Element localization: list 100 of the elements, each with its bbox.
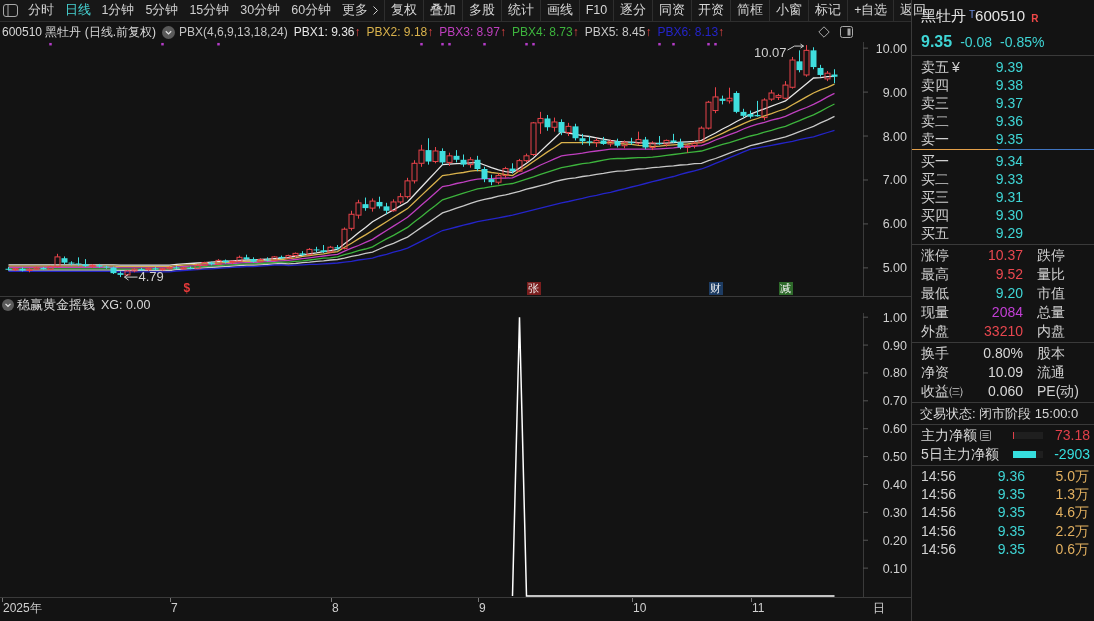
period-tab[interactable]: 15分钟: [183, 0, 235, 21]
tick-time: 14:56: [921, 521, 958, 541]
toolbar-button[interactable]: 叠加: [422, 0, 462, 21]
period-label: 日: [872, 599, 886, 617]
chevron-down-icon[interactable]: [2, 299, 14, 311]
tick-volume: 2.2万: [1054, 521, 1090, 541]
toolbar-button[interactable]: +自选: [847, 0, 894, 21]
list-icon[interactable]: [980, 430, 991, 441]
percent-change: -0.85%: [1000, 33, 1045, 52]
stat-value: 2084: [990, 303, 1023, 322]
stat-value: 0.060: [986, 382, 1023, 401]
trend-arrow: ↑: [427, 24, 434, 41]
y-axis-label: 0.70: [882, 394, 907, 409]
stat-label: 内盘: [1037, 322, 1065, 341]
toolbar-button[interactable]: 标记: [808, 0, 848, 21]
order-price: 9.33: [994, 169, 1023, 189]
order-price: 9.35: [994, 129, 1023, 149]
order-price: 9.30: [994, 205, 1023, 225]
x-axis-label: 8: [332, 601, 339, 615]
tick-time: 14:56: [921, 466, 958, 486]
toolbar-button[interactable]: 开资: [691, 0, 731, 21]
y-axis-label: 5.00: [882, 261, 907, 276]
order-level: 买二: [921, 169, 949, 189]
order-price: 9.37: [994, 93, 1023, 113]
stat-label: 净资: [921, 363, 950, 382]
chevron-down-icon[interactable]: [162, 25, 176, 39]
stat-value: 9.52: [994, 265, 1023, 284]
stat-label: 跌停: [1037, 246, 1065, 265]
indicator-value: PBX3: 8.97: [439, 24, 500, 41]
stat-label: 股本: [1037, 344, 1065, 363]
y-axis-label: 7.00: [882, 173, 907, 188]
flow-value: -2903: [1053, 445, 1091, 464]
period-tab[interactable]: 60分钟: [285, 0, 337, 21]
trend-arrow: ↑: [718, 24, 725, 41]
y-axis-label: 0.50: [882, 450, 907, 465]
indicator-value: PBX2: 9.18: [366, 24, 428, 41]
y-axis-label: 0.60: [882, 422, 907, 437]
chart-title: 600510 黑牡丹 (日线.前复权): [2, 24, 157, 41]
code-marker: T: [969, 8, 976, 20]
toolbar-button[interactable]: F10: [578, 0, 614, 21]
toolbar-button[interactable]: 复权: [383, 0, 423, 21]
order-price: 9.36: [994, 111, 1023, 131]
order-level: 卖五: [921, 57, 949, 77]
tick-volume: 0.6万: [1054, 539, 1090, 559]
indicator-name: PBX(4,6,9,13,18,24): [179, 24, 288, 41]
stat-label: 市值: [1037, 284, 1065, 303]
toolbar-button[interactable]: 小窗: [769, 0, 809, 21]
trend-arrow: ↑: [645, 24, 652, 41]
y-axis-label: 0.80: [882, 366, 907, 381]
indicator-value: PBX6: 8.13: [657, 24, 719, 41]
panel-toggle-icon[interactable]: [3, 4, 18, 17]
flow-label: 主力净额: [921, 426, 977, 445]
x-axis-label: 7: [171, 601, 178, 615]
y-axis-label: 8.00: [882, 129, 907, 144]
event-tag: 财: [708, 282, 723, 295]
toolbar-button[interactable]: 画线: [539, 0, 579, 21]
flow-label: 5日主力净额: [921, 445, 999, 464]
tick-time: 14:56: [921, 484, 958, 504]
price-label: 4.79: [138, 270, 164, 285]
event-tag: 减: [778, 282, 793, 295]
toolbar-button[interactable]: 统计: [500, 0, 540, 21]
stat-label: 量比: [1037, 265, 1065, 284]
price-change: -0.08: [960, 33, 993, 52]
x-axis-label: 11: [752, 601, 765, 615]
indicator-reading: XG: 0.00: [101, 296, 151, 314]
indicator-value: PBX1: 9.36: [293, 24, 355, 41]
stat-value: 10.37: [986, 246, 1023, 265]
event-tag: 张: [526, 282, 541, 295]
x-axis-label: 9: [479, 601, 486, 615]
indicator-value: PBX5: 8.45: [584, 24, 646, 41]
stat-label: 最低: [921, 284, 950, 303]
chevron-right-icon: [373, 6, 379, 15]
stat-label: 收益㈢: [921, 382, 964, 401]
stock-code: 600510: [975, 5, 1026, 26]
toolbar-button[interactable]: 简框: [730, 0, 770, 21]
y-axis-label: 0.90: [882, 338, 907, 353]
period-tab[interactable]: 1分钟: [96, 0, 140, 21]
tick-price: 9.36: [996, 466, 1025, 486]
period-tab[interactable]: 分时: [22, 0, 59, 21]
period-tab[interactable]: 日线: [59, 0, 96, 21]
toolbar-button[interactable]: 多股: [461, 0, 501, 21]
trade-status: 交易状态: 闭市阶段 15:00:0: [920, 404, 1079, 423]
toolbar-button[interactable]: 同资: [652, 0, 692, 21]
y-axis-label: 0.40: [882, 477, 907, 492]
order-price: 9.34: [994, 151, 1023, 171]
stat-label: 最高: [921, 265, 950, 284]
tick-time: 14:56: [921, 539, 958, 559]
y-axis-label: 0.30: [882, 505, 907, 520]
period-tab[interactable]: 5分钟: [139, 0, 184, 21]
stat-label: 涨停: [921, 246, 950, 265]
toolbar-button[interactable]: 逐分: [613, 0, 653, 21]
y-axis-label: 6.00: [882, 217, 907, 232]
order-price: 9.39: [994, 57, 1023, 77]
stat-label: 外盘: [921, 322, 950, 341]
order-level: 买三: [921, 187, 949, 207]
panel-icon[interactable]: [840, 26, 853, 38]
more-button[interactable]: 更多: [336, 0, 384, 21]
period-tab[interactable]: 30分钟: [234, 0, 286, 21]
diamond-icon[interactable]: [818, 26, 830, 38]
order-level: 买五: [921, 223, 949, 243]
